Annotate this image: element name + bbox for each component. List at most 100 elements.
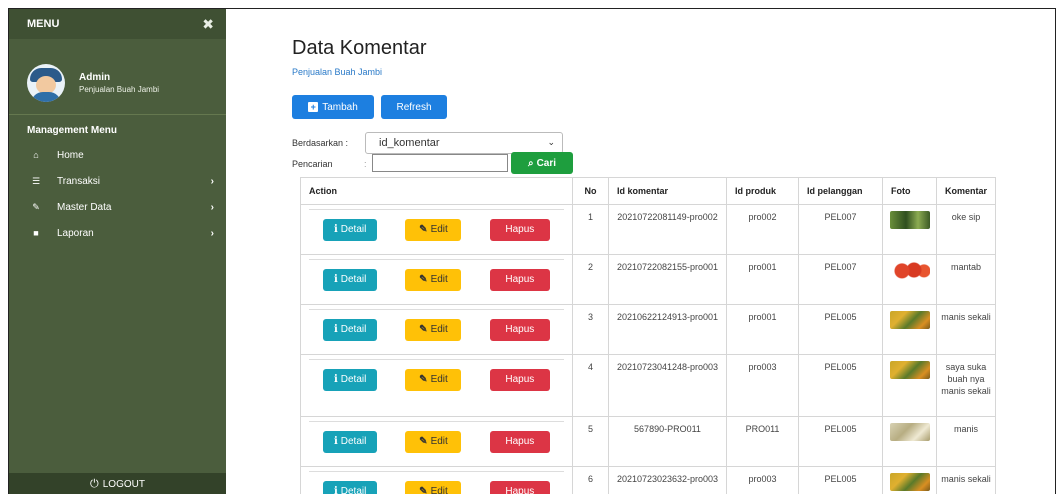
detail-button-label: Detail <box>340 436 367 447</box>
cell-id-komentar: 20210723023632-pro003 <box>608 466 727 494</box>
header-foto: Foto <box>882 177 937 205</box>
delete-button[interactable]: Hapus <box>489 319 550 341</box>
cell-id-produk: pro001 <box>726 254 799 305</box>
sidebar-item-label: Master Data <box>57 201 112 213</box>
refresh-button[interactable]: Refresh <box>381 95 447 119</box>
edit-icon: ✎ <box>419 436 428 447</box>
edit-icon: ✎ <box>419 486 428 494</box>
product-photo <box>889 361 930 379</box>
table-row: i Detail ✎ Edit Hapus 3 20210622124913-pro… <box>300 304 997 355</box>
cell-foto <box>882 354 937 417</box>
cell-id-pelanggan: PEL005 <box>798 354 883 417</box>
sidebar-item-transaksi[interactable]: ☰ Transaksi › <box>9 168 226 194</box>
header-komentar: Komentar <box>935 177 997 205</box>
detail-button[interactable]: i Detail <box>323 369 378 391</box>
cell-no: 3 <box>572 304 609 355</box>
delete-button[interactable]: Hapus <box>489 481 550 494</box>
edit-button[interactable]: ✎ Edit <box>405 369 462 391</box>
delete-button[interactable]: Hapus <box>489 369 550 391</box>
edit-button[interactable]: ✎ Edit <box>405 319 462 341</box>
info-icon: i <box>333 486 338 494</box>
cell-id-komentar: 20210723041248-pro003 <box>608 354 727 417</box>
cell-id-pelanggan: PEL005 <box>798 466 883 494</box>
detail-button-label: Detail <box>340 224 367 235</box>
edit-button-label: Edit <box>430 374 448 385</box>
product-photo <box>889 311 930 329</box>
main-content: Data Komentar Penjualan Buah Jambi + Tam… <box>226 9 1055 494</box>
info-icon: i <box>333 324 338 335</box>
user-panel: Admin Penjualan Buah Jambi <box>9 39 226 115</box>
cell-id-komentar: 567890-PRO011 <box>608 416 727 467</box>
delete-button[interactable]: Hapus <box>489 219 550 241</box>
table-row: i Detail ✎ Edit Hapus 5 567890-PRO011 PRO0… <box>300 416 997 467</box>
avatar <box>27 63 65 102</box>
sidebar-item-label: Laporan <box>57 227 94 239</box>
detail-button[interactable]: i Detail <box>323 431 378 453</box>
filter-select[interactable]: id_komentar ⌄ <box>365 132 563 154</box>
row-actions: i Detail ✎ Edit Hapus <box>300 354 573 417</box>
edit-icon: ✎ <box>419 324 428 335</box>
edit-button[interactable]: ✎ Edit <box>405 431 462 453</box>
menu-label: MENU <box>27 18 60 30</box>
edit-icon: ✎ <box>419 224 428 235</box>
home-icon: ⌂ <box>33 150 39 160</box>
filter-by-label: Berdasarkan : <box>292 138 349 148</box>
close-icon[interactable]: ✖ <box>202 16 214 33</box>
cell-id-pelanggan: PEL007 <box>798 204 883 255</box>
detail-button[interactable]: i Detail <box>323 219 378 241</box>
logout-button[interactable]: ⏻ LOGOUT <box>9 473 226 494</box>
detail-button[interactable]: i Detail <box>323 269 378 291</box>
edit-icon: ✎ <box>419 274 428 285</box>
edit-icon: ✎ <box>419 374 428 385</box>
table-row: i Detail ✎ Edit Hapus 4 20210723041248-pro… <box>300 354 997 417</box>
edit-button[interactable]: ✎ Edit <box>405 481 462 494</box>
cell-komentar: oke sip <box>935 204 997 255</box>
edit-button[interactable]: ✎ Edit <box>405 269 462 291</box>
product-photo <box>889 261 930 279</box>
cell-id-produk: pro002 <box>726 204 799 255</box>
info-icon: i <box>333 274 338 285</box>
detail-button[interactable]: i Detail <box>323 319 378 341</box>
search-button[interactable]: ⌕ Cari <box>511 152 573 174</box>
table-header-row: Action No Id komentar Id produk Id pelan… <box>300 177 997 205</box>
document-icon: ■ <box>33 228 39 238</box>
edit-button[interactable]: ✎ Edit <box>405 219 462 241</box>
user-role: Penjualan Buah Jambi <box>79 84 160 94</box>
sidebar-item-laporan[interactable]: ■ Laporan › <box>9 220 226 246</box>
info-icon: i <box>333 224 338 235</box>
delete-button[interactable]: Hapus <box>489 431 550 453</box>
sidebar-section-title: Management Menu <box>27 125 118 136</box>
sidebar-item-master-data[interactable]: ✎ Master Data › <box>9 194 226 220</box>
cell-id-pelanggan: PEL005 <box>798 416 883 467</box>
sidebar-item-label: Home <box>57 149 84 161</box>
cell-id-pelanggan: PEL007 <box>798 254 883 305</box>
search-button-label: Cari <box>536 157 557 169</box>
chevron-right-icon: › <box>210 175 214 187</box>
cell-id-komentar: 20210722081149-pro002 <box>608 204 727 255</box>
product-photo <box>889 423 930 441</box>
add-button[interactable]: + Tambah <box>292 95 374 119</box>
delete-button[interactable]: Hapus <box>489 269 550 291</box>
cell-komentar: mantab <box>935 254 997 305</box>
table-row: i Detail ✎ Edit Hapus 2 20210722082155-pro… <box>300 254 997 305</box>
edit-button-label: Edit <box>430 274 448 285</box>
edit-button-label: Edit <box>430 324 448 335</box>
edit-button-label: Edit <box>430 486 448 494</box>
cell-no: 6 <box>572 466 609 494</box>
detail-button[interactable]: i Detail <box>323 481 378 494</box>
cell-komentar: manis <box>935 416 997 467</box>
logout-label: LOGOUT <box>102 478 145 490</box>
plus-icon: + <box>308 102 319 112</box>
power-icon: ⏻ <box>90 477 99 490</box>
cell-id-produk: pro003 <box>726 466 799 494</box>
sidebar-item-home[interactable]: ⌂ Home <box>9 142 226 168</box>
cart-icon: ☰ <box>31 175 41 186</box>
search-icon: ⌕ <box>527 157 534 169</box>
cell-id-produk: PRO011 <box>726 416 799 467</box>
header-id-produk: Id produk <box>726 177 799 205</box>
header-no: No <box>572 177 609 205</box>
search-input[interactable] <box>372 154 508 172</box>
sidebar-header: MENU ✖ <box>9 9 226 39</box>
cell-id-produk: pro003 <box>726 354 799 417</box>
cell-komentar: manis sekali <box>935 466 997 494</box>
